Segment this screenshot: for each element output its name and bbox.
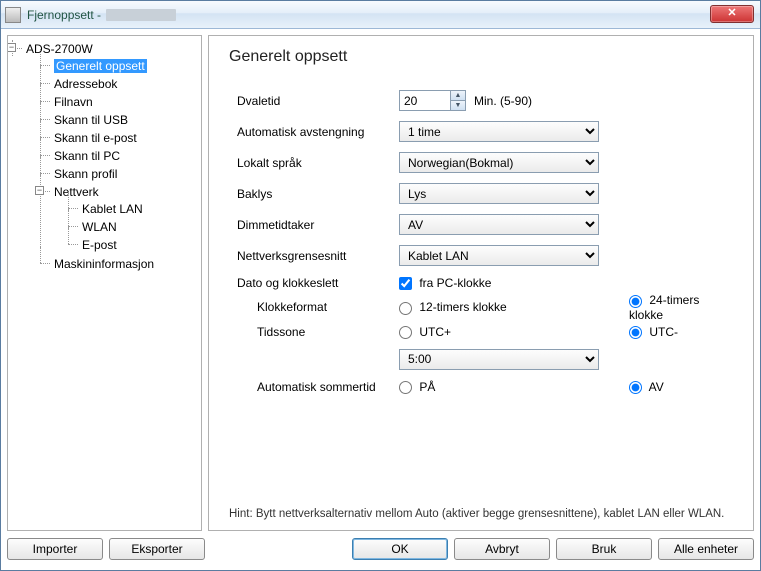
label-dst: Automatisk sommertid <box>229 380 399 394</box>
apply-button[interactable]: Bruk <box>556 538 652 560</box>
close-button[interactable]: ✕ <box>710 5 754 23</box>
sleep-unit: Min. (5-90) <box>474 94 532 108</box>
auto-off-select[interactable]: 1 time <box>399 121 599 142</box>
page-title: Generelt oppsett <box>229 48 733 66</box>
button-bar: Importer Eksporter OK Avbryt Bruk Alle e… <box>1 537 760 566</box>
label-clock-format: Klokkeformat <box>229 300 399 314</box>
tree-item-scan-pc[interactable]: Skann til PC <box>40 147 199 165</box>
backlight-select[interactable]: Lys <box>399 183 599 204</box>
sleep-spinner[interactable]: ▲ ▼ <box>399 90 466 111</box>
clock-24-radio[interactable] <box>629 295 642 308</box>
dim-timer-select[interactable]: AV <box>399 214 599 235</box>
tz-offset-select[interactable]: 5:00 <box>399 349 599 370</box>
label-language: Lokalt språk <box>229 156 399 170</box>
label-sleep: Dvaletid <box>229 94 399 108</box>
label-timezone: Tidssone <box>229 325 399 339</box>
tree-item-addressbook[interactable]: Adressebok <box>40 75 199 93</box>
dst-on-radio[interactable] <box>399 381 412 394</box>
utc-minus-radio[interactable] <box>629 326 642 339</box>
tree-item-scan-usb[interactable]: Skann til USB <box>40 111 199 129</box>
titlebar: Fjernoppsett - ✕ <box>1 1 760 29</box>
label-datetime: Dato og klokkeslett <box>229 276 399 290</box>
clock-12-radio[interactable] <box>399 302 412 315</box>
tree-item-filename[interactable]: Filnavn <box>40 93 199 111</box>
clock-12-radio-label[interactable]: 12-timers klokke <box>399 300 507 314</box>
from-pc-checkbox[interactable] <box>399 277 412 290</box>
label-net-iface: Nettverksgrensesnitt <box>229 249 399 263</box>
app-icon <box>5 7 21 23</box>
label-auto-off: Automatisk avstengning <box>229 125 399 139</box>
dst-off-radio-label[interactable]: AV <box>629 380 664 394</box>
cancel-button[interactable]: Avbryt <box>454 538 550 560</box>
tree-item-machine-info[interactable]: Maskininformasjon <box>40 255 199 273</box>
dst-off-radio[interactable] <box>629 381 642 394</box>
export-button[interactable]: Eksporter <box>109 538 205 560</box>
tree-item-general[interactable]: Generelt oppsett <box>40 57 199 75</box>
ok-button[interactable]: OK <box>352 538 448 560</box>
spinner-down-icon[interactable]: ▼ <box>450 101 465 110</box>
net-iface-select[interactable]: Kablet LAN <box>399 245 599 266</box>
tree-item-wired-lan[interactable]: Kablet LAN <box>68 200 199 218</box>
nav-tree[interactable]: − ADS-2700W Generelt oppsett Adressebok … <box>7 35 202 531</box>
tree-root[interactable]: − ADS-2700W Generelt oppsett Adressebok … <box>12 40 199 274</box>
import-button[interactable]: Importer <box>7 538 103 560</box>
tree-item-wlan[interactable]: WLAN <box>68 218 199 236</box>
utc-plus-radio-label[interactable]: UTC+ <box>399 325 451 339</box>
expander-icon[interactable]: − <box>7 43 16 52</box>
expander-icon[interactable]: − <box>35 186 44 195</box>
from-pc-checkbox-label[interactable]: fra PC-klokke <box>399 276 491 290</box>
clock-24-radio-label[interactable]: 24-timers klokke <box>629 293 733 321</box>
hint-text: Hint: Bytt nettverksalternativ mellom Au… <box>229 508 733 520</box>
sleep-input[interactable] <box>400 91 450 110</box>
tree-item-network[interactable]: − Nettverk Kablet LAN WLAN E-post <box>40 183 199 255</box>
utc-plus-radio[interactable] <box>399 326 412 339</box>
label-dim-timer: Dimmetidtaker <box>229 218 399 232</box>
redacted-device-name <box>106 9 176 21</box>
tree-item-scan-email[interactable]: Skann til e-post <box>40 129 199 147</box>
utc-minus-radio-label[interactable]: UTC- <box>629 325 678 339</box>
tree-item-scan-profile[interactable]: Skann profil <box>40 165 199 183</box>
language-select[interactable]: Norwegian(Bokmal) <box>399 152 599 173</box>
dst-on-radio-label[interactable]: PÅ <box>399 380 435 394</box>
tree-item-epost[interactable]: E-post <box>68 236 199 254</box>
label-backlight: Baklys <box>229 187 399 201</box>
spinner-up-icon[interactable]: ▲ <box>450 91 465 101</box>
window-title: Fjernoppsett - <box>27 8 176 22</box>
all-units-button[interactable]: Alle enheter <box>658 538 754 560</box>
main-panel: Generelt oppsett Dvaletid ▲ ▼ Min. (5-90… <box>208 35 754 531</box>
